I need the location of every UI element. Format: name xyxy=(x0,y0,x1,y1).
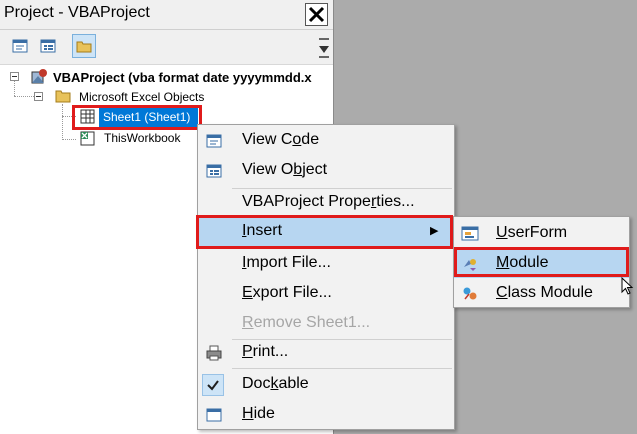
class-module-icon xyxy=(463,287,477,300)
context-menu: View Code View Object VBAProject Propert… xyxy=(197,124,455,430)
submenu-arrow-icon: ▶ xyxy=(430,225,439,237)
menu-item-import-file[interactable]: Import File... xyxy=(198,250,454,278)
pane-toolbar xyxy=(0,30,333,65)
menu-label: Insert xyxy=(242,222,283,239)
tree-expander[interactable] xyxy=(34,92,43,101)
folder-open-icon xyxy=(55,90,71,103)
tree-connector xyxy=(62,116,76,117)
menu-label: Print... xyxy=(242,343,289,360)
workbook-icon xyxy=(80,131,95,146)
menu-label: Remove Sheet1... xyxy=(242,314,371,331)
tree-connector xyxy=(14,96,36,97)
mouse-cursor-icon xyxy=(621,277,634,295)
close-button[interactable] xyxy=(305,3,328,26)
submenu-item-userform[interactable]: UserForm xyxy=(454,220,629,248)
view-object-icon xyxy=(40,39,56,53)
menu-label: UserForm xyxy=(496,224,568,241)
pane-title: Project - VBAProject xyxy=(4,4,150,21)
menu-label: View Object xyxy=(242,161,328,178)
menu-item-remove-sheet: Remove Sheet1... xyxy=(198,310,454,338)
tree-folder-label[interactable]: Microsoft Excel Objects xyxy=(79,90,204,104)
tree-connector xyxy=(62,104,63,140)
menu-label: Module xyxy=(496,254,549,271)
menu-item-print[interactable]: Print... xyxy=(198,339,454,367)
checkmark-icon xyxy=(207,380,219,391)
menu-label: Dockable xyxy=(242,375,309,392)
view-code-icon xyxy=(12,39,28,53)
menu-separator xyxy=(232,368,452,369)
tree-root-label[interactable]: VBAProject (vba format date yyyymmdd.x xyxy=(53,70,312,85)
toggle-folders-toolbar-button[interactable] xyxy=(72,34,96,58)
toolbar-overflow-button[interactable] xyxy=(316,32,332,62)
tree-connector xyxy=(62,139,76,140)
view-object-icon xyxy=(206,164,222,178)
tree-expander[interactable] xyxy=(10,72,19,81)
chevron-down-icon xyxy=(319,38,329,58)
menu-item-view-object[interactable]: View Object xyxy=(198,157,454,185)
menu-label: Class Module xyxy=(496,284,593,301)
menu-item-project-properties[interactable]: VBAProject Properties... xyxy=(198,189,454,217)
view-object-toolbar-button[interactable] xyxy=(38,36,58,56)
menu-label: Export File... xyxy=(242,284,332,301)
tree-sheet-item[interactable]: Sheet1 (Sheet1) xyxy=(99,108,198,127)
view-code-toolbar-button[interactable] xyxy=(10,36,30,56)
menu-label: VBAProject Properties... xyxy=(242,193,415,210)
userform-icon xyxy=(461,226,479,241)
hide-window-icon xyxy=(206,408,222,422)
folder-icon xyxy=(76,41,92,53)
menu-item-export-file[interactable]: Export File... xyxy=(198,280,454,308)
tree-sheet-label: Sheet1 (Sheet1) xyxy=(103,110,191,124)
menu-item-insert[interactable]: Insert ▶ xyxy=(198,218,454,246)
vba-project-icon xyxy=(31,69,47,84)
submenu-item-class-module[interactable]: Class Module xyxy=(454,280,629,308)
submenu-item-module[interactable]: Module xyxy=(454,250,629,278)
tree-workbook-label[interactable]: ThisWorkbook xyxy=(104,131,180,145)
menu-label: Hide xyxy=(242,405,275,422)
menu-item-view-code[interactable]: View Code xyxy=(198,127,454,155)
checkmark-box xyxy=(202,374,224,396)
pane-title-bar: Project - VBAProject xyxy=(0,0,333,30)
module-icon xyxy=(464,259,476,271)
insert-submenu: UserForm Module Class Module xyxy=(453,216,630,308)
printer-icon xyxy=(206,345,222,361)
worksheet-icon xyxy=(80,109,95,124)
view-code-icon xyxy=(206,134,222,148)
close-icon xyxy=(308,6,325,23)
menu-label: View Code xyxy=(242,131,320,148)
menu-item-dockable[interactable]: Dockable xyxy=(198,371,454,399)
menu-item-hide[interactable]: Hide xyxy=(198,401,454,429)
menu-label: Import File... xyxy=(242,254,331,271)
